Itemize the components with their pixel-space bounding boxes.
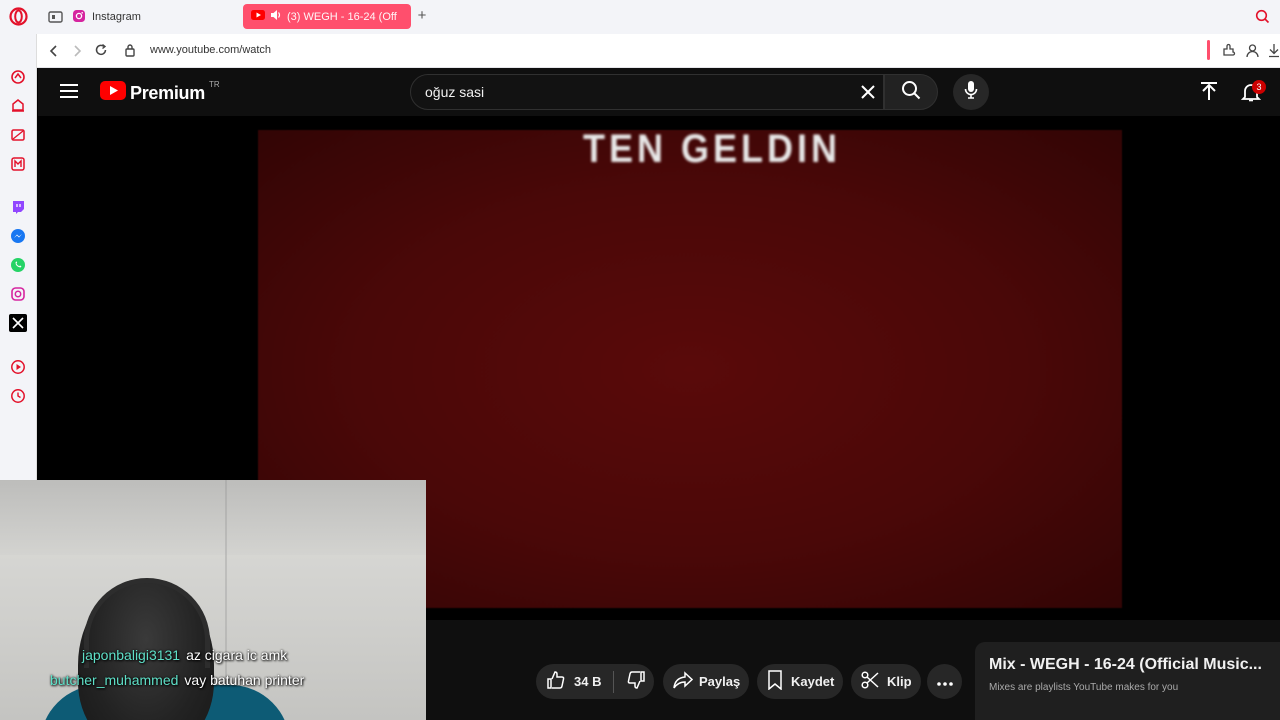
instagram-sidebar-icon[interactable] — [9, 285, 27, 303]
search-value: oğuz sasi — [425, 84, 485, 100]
save-label: Kaydet — [791, 674, 835, 689]
chat-text: vay batuhan printer — [184, 672, 305, 688]
tab-instagram[interactable]: Instagram — [72, 5, 141, 29]
clear-search-icon[interactable] — [861, 85, 875, 104]
search-button[interactable] — [884, 74, 938, 110]
scissors-icon — [861, 671, 879, 692]
opera-sidebar — [0, 34, 37, 480]
like-dislike-group: 34 B — [536, 664, 654, 699]
like-count: 34 B — [574, 674, 602, 689]
whatsapp-icon[interactable] — [9, 256, 27, 274]
bookmark-icon — [767, 670, 783, 693]
address-bar: www.youtube.com/watch — [37, 34, 1280, 68]
youtube-logo-icon — [100, 81, 126, 105]
chat-message: butcher_muhammed vay batuhan printer — [50, 672, 304, 688]
address-divider — [1207, 40, 1210, 60]
webcam-overlay: japonbaligi3131 az cigara ic amk butcher_… — [0, 480, 426, 720]
reload-icon[interactable] — [94, 43, 108, 62]
speaker-icon[interactable] — [270, 9, 282, 24]
lock-icon[interactable] — [124, 43, 136, 62]
back-arrow-icon[interactable] — [48, 44, 60, 63]
clip-button[interactable]: Klip — [851, 664, 921, 699]
aria-icon[interactable] — [9, 68, 27, 86]
webcam-ceiling — [0, 480, 426, 555]
instagram-icon — [72, 9, 86, 26]
clip-label: Klip — [887, 674, 912, 689]
twitch-icon[interactable] — [9, 198, 27, 216]
player-icon[interactable] — [9, 358, 27, 376]
chat-ai-icon[interactable] — [9, 97, 27, 115]
youtube-premium-logo[interactable]: Premium TR — [100, 79, 220, 105]
chat-message: japonbaligi3131 az cigara ic amk — [82, 647, 287, 663]
share-icon — [673, 671, 694, 692]
region-code: TR — [208, 79, 220, 89]
mix-subtitle: Mixes are playlists YouTube makes for yo… — [989, 682, 1179, 693]
messenger-m-icon[interactable] — [9, 155, 27, 173]
video-overlay-text: TEN GELDIN — [583, 125, 842, 171]
extensions-icon[interactable] — [1222, 43, 1237, 63]
more-actions-button[interactable] — [927, 664, 962, 699]
crypto-wallet-icon[interactable] — [9, 126, 27, 144]
upload-icon[interactable] — [1200, 82, 1218, 107]
url-field[interactable]: www.youtube.com/watch — [150, 44, 271, 56]
share-label: Paylaş — [699, 674, 741, 689]
youtube-favicon-icon — [251, 10, 265, 23]
save-button[interactable]: Kaydet — [757, 664, 843, 699]
chat-username: butcher_muhammed — [50, 672, 179, 688]
mix-playlist-card[interactable]: Mix - WEGH - 16-24 (Official Music... Mi… — [975, 642, 1280, 720]
like-button[interactable] — [546, 670, 566, 693]
chat-text: az cigara ic amk — [186, 647, 288, 663]
facebook-messenger-icon[interactable] — [9, 227, 27, 245]
tab-label: Instagram — [92, 11, 141, 23]
voice-search-button[interactable] — [953, 74, 989, 110]
search-icon — [901, 80, 921, 105]
logo-text: Premium — [130, 82, 205, 103]
dislike-button[interactable] — [626, 670, 646, 693]
youtube-header: Premium TR oğuz sasi 3 — [38, 68, 1280, 116]
account-icon[interactable] — [1245, 43, 1260, 63]
notification-count-badge: 3 — [1252, 80, 1266, 94]
more-horizontal-icon — [936, 674, 953, 689]
tab-label: (3) WEGH - 16-24 (Off — [287, 10, 397, 23]
share-button[interactable]: Paylaş — [663, 664, 749, 699]
chat-username: japonbaligi3131 — [82, 647, 181, 663]
download-icon[interactable] — [1268, 43, 1280, 63]
microphone-icon — [964, 80, 978, 105]
search-input[interactable]: oğuz sasi — [410, 74, 884, 110]
forward-arrow-icon[interactable] — [71, 44, 83, 63]
mix-title: Mix - WEGH - 16-24 (Official Music... — [989, 656, 1262, 673]
browser-tab-bar: Instagram (3) WEGH - 16-24 (Off + — [0, 0, 1280, 34]
tab-youtube-active[interactable]: (3) WEGH - 16-24 (Off — [243, 4, 411, 29]
new-tab-button[interactable]: + — [415, 8, 429, 23]
history-icon[interactable] — [9, 387, 27, 405]
hamburger-menu-icon[interactable] — [60, 84, 78, 103]
search-tabs-icon[interactable] — [1255, 9, 1270, 29]
like-divider — [613, 670, 615, 693]
tab-overview-icon[interactable] — [48, 10, 63, 24]
opera-logo-icon[interactable] — [9, 7, 28, 26]
x-twitter-icon[interactable] — [9, 314, 27, 332]
